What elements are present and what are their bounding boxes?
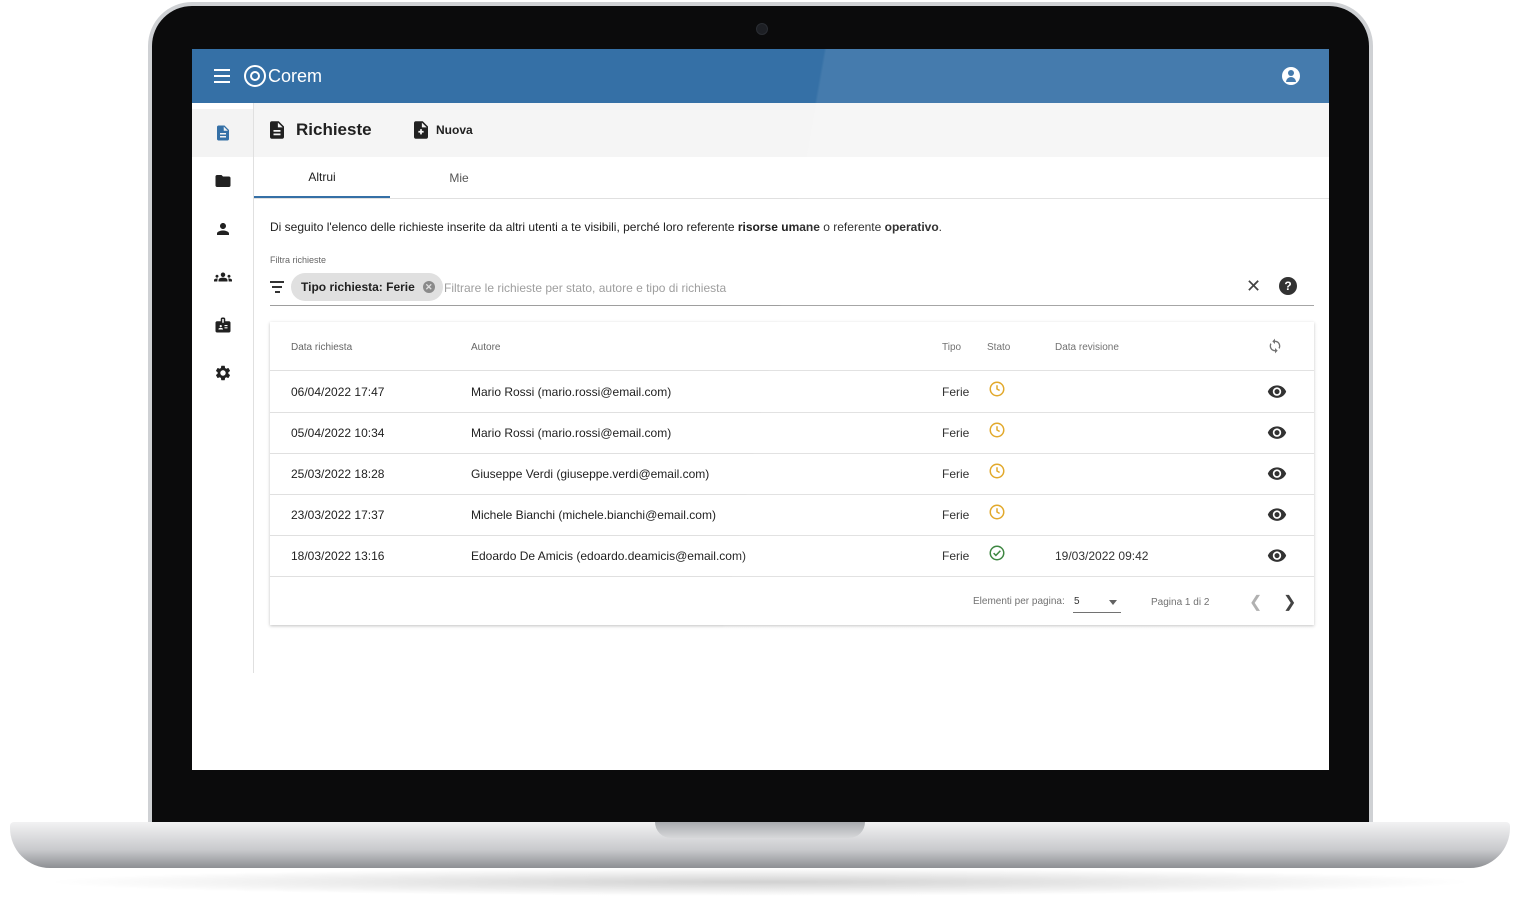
refresh-icon[interactable] [1267,338,1283,354]
intro-bold-hr: risorse umane [737,220,820,234]
cell-author: Mario Rossi (mario.rossi@email.com) [471,426,672,440]
cell-type: Ferie [942,467,970,481]
check-circle-icon [989,545,1005,561]
nav-item-user[interactable] [192,205,253,253]
view-eye-icon[interactable] [1267,426,1287,440]
filter-input[interactable] [442,277,1226,299]
note-add-icon [414,121,428,139]
view-eye-icon[interactable] [1267,549,1287,563]
side-nav [192,103,254,673]
cell-type: Ferie [942,426,970,440]
cell-author: Edoardo De Amicis (edoardo.deamicis@emai… [471,549,746,563]
person-icon [216,223,229,235]
menu-icon[interactable] [214,69,230,83]
filter-bar: Tipo richiesta: Ferie ✕ ✕ ? [270,271,1314,306]
cell-date: 06/04/2022 17:47 [291,385,385,399]
filter-icon[interactable] [270,281,284,293]
table-row[interactable]: 23/03/2022 17:37 Michele Bianchi (michel… [270,494,1314,536]
tab-mie[interactable]: Mie [391,157,527,198]
page-header: Richieste Nuova [254,103,1329,157]
laptop-base-notch [655,822,865,838]
app-logo[interactable]: Corem [244,63,322,89]
nav-item-badge[interactable] [192,301,253,349]
header-status[interactable]: Stato [987,342,1010,353]
next-page-icon[interactable]: ❯ [1283,592,1296,612]
clock-icon [989,504,1005,520]
cell-type: Ferie [942,508,970,522]
header-date[interactable]: Data richiesta [291,342,352,353]
cell-date: 23/03/2022 17:37 [291,508,385,522]
tab-bar: Altrui Mie [254,157,1329,199]
new-request-label: Nuova [436,123,473,137]
filter-chip-label: Tipo richiesta: Ferie [301,280,415,294]
app-bar: Corem [192,49,1329,103]
intro-bold-operativo: operativo [884,220,939,234]
table-pagination: Elementi per pagina: 5 Pagina 1 di 2 ❮ ❯ [270,576,1314,624]
cell-type: Ferie [942,549,970,563]
filter-label: Filtra richieste [270,255,327,265]
document-icon [216,125,229,141]
nav-item-groups[interactable] [192,253,253,301]
page-info: Pagina 1 di 2 [1151,597,1210,608]
prev-page-icon[interactable]: ❮ [1249,592,1262,612]
cell-author: Michele Bianchi (michele.bianchi@email.c… [471,508,716,522]
table-row[interactable]: 25/03/2022 18:28 Giuseppe Verdi (giusepp… [270,453,1314,495]
intro-text: Di seguito l'elenco delle richieste inse… [270,220,942,234]
cell-date: 18/03/2022 13:16 [291,549,385,563]
header-author[interactable]: Autore [471,342,500,353]
gear-icon [215,365,230,381]
nav-item-folders[interactable] [192,157,253,205]
per-page-value: 5 [1074,596,1080,607]
nav-item-settings[interactable] [192,349,253,397]
cell-review-date: 19/03/2022 09:42 [1055,549,1149,563]
header-type[interactable]: Tipo [942,342,961,353]
account-icon[interactable] [1282,67,1300,85]
badge-icon [215,317,230,333]
document-icon [270,121,284,139]
app-name: Corem [268,65,323,86]
close-icon[interactable]: ✕ [1246,277,1261,295]
per-page-select[interactable]: 5 [1073,590,1121,613]
clock-icon [989,422,1005,438]
cell-author: Mario Rossi (mario.rossi@email.com) [471,385,672,399]
intro-part: . [938,220,942,234]
folder-icon [215,175,230,187]
clock-icon [989,381,1005,397]
cell-date: 05/04/2022 10:34 [291,426,385,440]
tab-altrui[interactable]: Altrui [254,157,390,198]
cell-type: Ferie [942,385,970,399]
laptop-shadow [40,868,1480,896]
view-eye-icon[interactable] [1267,467,1287,481]
app-screen: Corem Richieste Nuova Altrui Mie Di segu… [192,49,1329,770]
requests-table: Data richiesta Autore Tipo Stato Data re… [270,322,1314,625]
intro-part: Di seguito l'elenco delle richieste inse… [270,220,738,234]
group-icon [213,272,232,282]
filter-chip[interactable]: Tipo richiesta: Ferie ✕ [291,273,443,301]
table-header: Data richiesta Autore Tipo Stato Data re… [270,322,1314,371]
table-row[interactable]: 18/03/2022 13:16 Edoardo De Amicis (edoa… [270,535,1314,577]
table-row[interactable]: 06/04/2022 17:47 Mario Rossi (mario.ross… [270,371,1314,413]
chevron-down-icon [1109,600,1117,605]
nav-item-richieste[interactable] [192,109,253,157]
logo-icon [244,65,266,87]
clock-icon [989,463,1005,479]
view-eye-icon[interactable] [1267,508,1287,522]
cell-author: Giuseppe Verdi (giuseppe.verdi@email.com… [471,467,710,481]
page-title: Richieste [296,120,372,139]
new-request-button[interactable]: Nuova [414,119,473,141]
intro-part: o referente [819,220,885,234]
chip-remove-icon[interactable]: ✕ [422,281,435,293]
laptop-camera [756,23,768,35]
per-page-label: Elementi per pagina: [973,596,1065,607]
header-review-date[interactable]: Data revisione [1055,342,1119,353]
table-row[interactable]: 05/04/2022 10:34 Mario Rossi (mario.ross… [270,412,1314,454]
cell-date: 25/03/2022 18:28 [291,467,385,481]
help-icon[interactable]: ? [1279,277,1297,295]
view-eye-icon[interactable] [1267,385,1287,399]
